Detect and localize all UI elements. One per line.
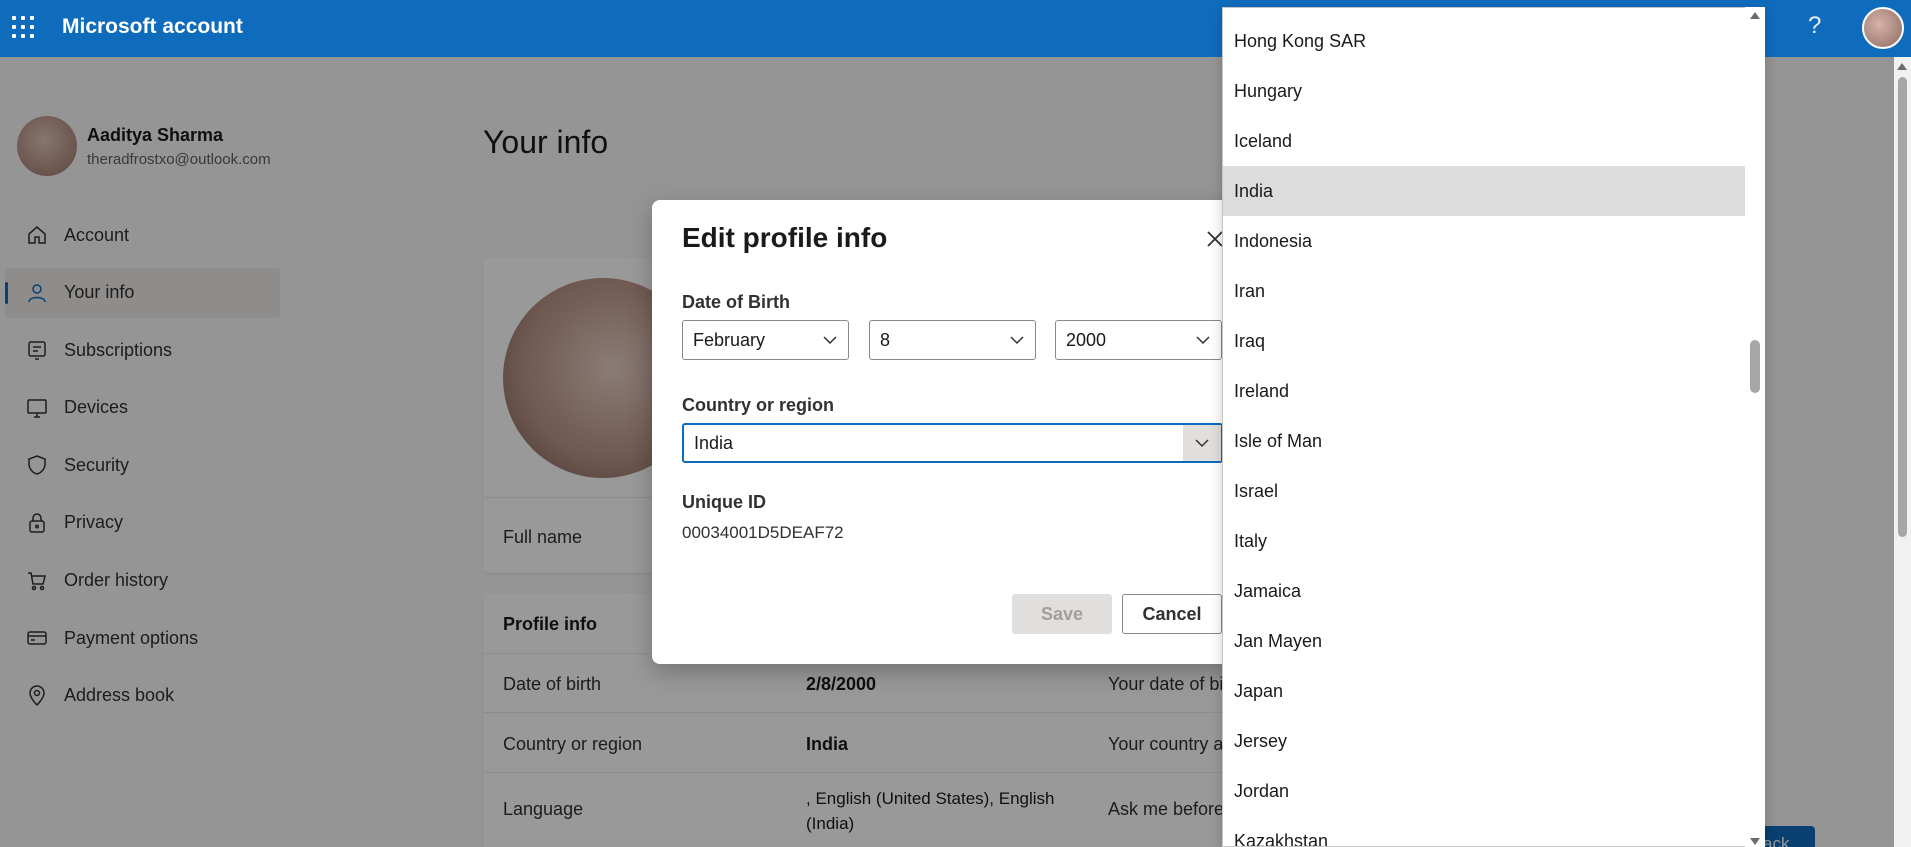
month-select[interactable]: February (682, 320, 849, 360)
scrollbar-thumb[interactable] (1898, 77, 1907, 537)
page-scrollbar[interactable] (1894, 57, 1911, 847)
option-iran[interactable]: Iran (1223, 266, 1747, 316)
option-hungary[interactable]: Hungary (1223, 66, 1747, 116)
option-kazakhstan[interactable]: Kazakhstan (1223, 816, 1747, 847)
year-select[interactable]: 2000 (1055, 320, 1222, 360)
option-jersey[interactable]: Jersey (1223, 716, 1747, 766)
option-japan[interactable]: Japan (1223, 666, 1747, 716)
cancel-button[interactable]: Cancel (1122, 594, 1222, 634)
option-indonesia[interactable]: Indonesia (1223, 216, 1747, 266)
option-iraq[interactable]: Iraq (1223, 316, 1747, 366)
country-dropdown-list[interactable]: Hong Kong SAR Hungary Iceland India Indo… (1222, 7, 1765, 847)
edit-profile-dialog: Edit profile info Date of Birth February… (652, 200, 1252, 664)
save-button[interactable]: Save (1012, 594, 1112, 634)
chevron-down-icon (1010, 336, 1024, 345)
option-jan-mayen[interactable]: Jan Mayen (1223, 616, 1747, 666)
day-value: 8 (880, 329, 891, 350)
country-select[interactable]: India (682, 423, 1223, 463)
option-hong-kong-sar[interactable]: Hong Kong SAR (1223, 16, 1747, 66)
country-label: Country or region (682, 395, 834, 415)
scroll-up-icon[interactable] (1897, 63, 1907, 70)
chevron-down-icon (1195, 439, 1209, 448)
help-icon[interactable]: ? (1808, 12, 1821, 40)
option-jordan[interactable]: Jordan (1223, 766, 1747, 816)
option-jamaica[interactable]: Jamaica (1223, 566, 1747, 616)
unique-id-value: 00034001D5DEAF72 (682, 523, 844, 542)
scroll-down-icon[interactable] (1750, 838, 1760, 845)
option-iceland[interactable]: Iceland (1223, 116, 1747, 166)
dialog-title: Edit profile info (682, 222, 888, 253)
scrollbar-thumb[interactable] (1750, 340, 1760, 393)
option-italy[interactable]: Italy (1223, 516, 1747, 566)
year-value: 2000 (1066, 329, 1107, 350)
dropdown-scrollbar[interactable] (1745, 7, 1765, 847)
option-india[interactable]: India (1223, 166, 1747, 216)
account-avatar[interactable] (1862, 7, 1904, 49)
brand-title[interactable]: Microsoft account (62, 15, 243, 39)
unique-id-label: Unique ID (682, 492, 766, 512)
dob-label: Date of Birth (682, 292, 790, 312)
chevron-down-icon (1196, 336, 1210, 345)
option-isle-of-man[interactable]: Isle of Man (1223, 416, 1747, 466)
option-israel[interactable]: Israel (1223, 466, 1747, 516)
app-launcher-icon[interactable] (12, 16, 34, 38)
country-value: India (694, 432, 734, 453)
chevron-down-icon (823, 336, 837, 345)
option-ireland[interactable]: Ireland (1223, 366, 1747, 416)
scroll-up-icon[interactable] (1750, 12, 1760, 19)
day-select[interactable]: 8 (869, 320, 1036, 360)
month-value: February (693, 329, 766, 350)
